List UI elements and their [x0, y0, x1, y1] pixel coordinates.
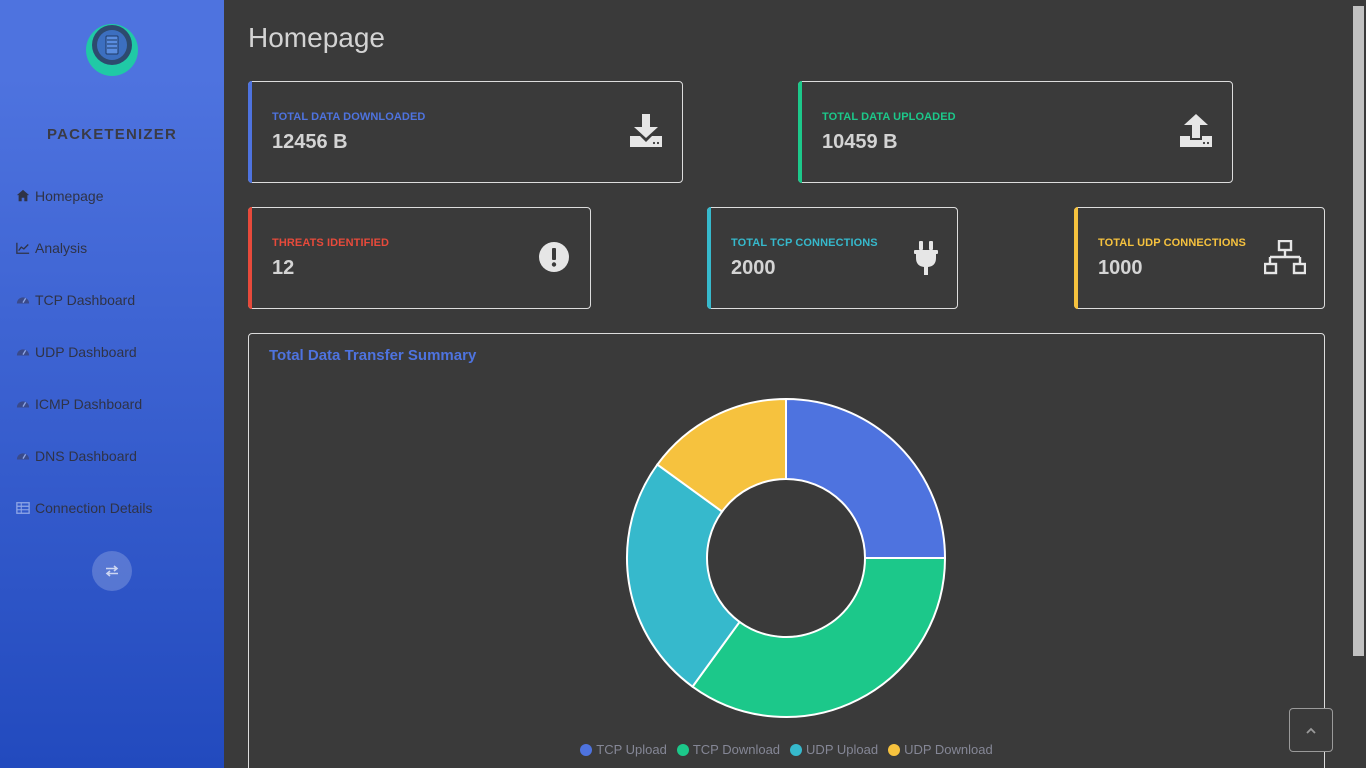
card-value: 12456 B — [272, 131, 348, 153]
exclamation-circle-icon — [539, 242, 569, 272]
chart-line-icon — [16, 242, 30, 254]
legend-item-tcp-upload[interactable]: TCP Upload — [580, 742, 667, 757]
card-total-tcp-connections: TOTAL TCP CONNECTIONS 2000 — [707, 207, 958, 309]
download-icon — [630, 114, 662, 147]
page-title: Homepage — [248, 22, 385, 53]
legend-dot — [790, 743, 803, 756]
gauge-icon — [16, 349, 30, 356]
card-value: 10459 B — [822, 131, 898, 153]
card-value: 1000 — [1098, 257, 1143, 279]
table-icon — [16, 502, 30, 514]
scrollbar[interactable] — [1351, 0, 1366, 768]
legend-label: TCP Download — [692, 742, 781, 757]
card-label: TOTAL UDP CONNECTIONS — [1098, 237, 1246, 249]
legend-dot — [676, 743, 689, 756]
gauge-icon — [16, 297, 30, 304]
sidebar-item-label: Connection Details — [35, 500, 153, 516]
legend-label: UDP Upload — [806, 742, 879, 757]
sidebar-item-analysis[interactable]: Analysis — [16, 236, 87, 260]
donut-slice-tcp-download[interactable] — [691, 557, 947, 718]
sidebar-item-connection-details[interactable]: Connection Details — [16, 496, 153, 520]
scroll-to-top-button[interactable] — [1289, 708, 1333, 752]
legend-dot — [888, 743, 901, 756]
sidebar-item-label: TCP Dashboard — [35, 292, 136, 308]
card-total-udp-connections: TOTAL UDP CONNECTIONS 1000 — [1074, 207, 1325, 309]
legend-item-udp-download[interactable]: UDP Download — [888, 742, 993, 757]
donut-chart — [626, 397, 947, 718]
plug-icon — [914, 241, 938, 275]
card-label: THREATS IDENTIFIED — [272, 237, 390, 249]
chevron-up-icon — [1306, 727, 1316, 734]
legend-label: TCP Upload — [596, 742, 667, 757]
card-accent — [798, 81, 802, 183]
legend-item-udp-upload[interactable]: UDP Upload — [790, 742, 878, 757]
sidebar-item-label: UDP Dashboard — [35, 344, 137, 360]
upload-icon — [1180, 114, 1212, 147]
sidebar: PACKETENIZER Homepage Analysis TCP Dashb… — [0, 0, 224, 768]
card-label: TOTAL DATA DOWNLOADED — [272, 111, 426, 123]
sidebar-item-dns-dashboard[interactable]: DNS Dashboard — [16, 444, 137, 468]
sidebar-item-label: ICMP Dashboard — [35, 396, 143, 412]
gauge-icon — [16, 401, 30, 408]
sidebar-item-label: Homepage — [35, 188, 104, 204]
brand-name[interactable]: PACKETENIZER — [0, 126, 224, 143]
sidebar-item-homepage[interactable]: Homepage — [16, 184, 104, 208]
chart-card-data-transfer-summary: Total Data Transfer Summary TCP Upload TC… — [248, 333, 1325, 768]
sidebar-item-tcp-dashboard[interactable]: TCP Dashboard — [16, 288, 135, 312]
swap-arrows-icon — [105, 565, 119, 577]
scrollbar-thumb[interactable] — [1353, 6, 1364, 656]
logo — [86, 24, 138, 76]
card-accent — [248, 207, 252, 309]
card-value: 12 — [272, 257, 295, 279]
card-accent — [1074, 207, 1078, 309]
card-label: TOTAL DATA UPLOADED — [822, 111, 956, 123]
sidebar-item-icmp-dashboard[interactable]: ICMP Dashboard — [16, 392, 142, 416]
legend-dot — [580, 743, 593, 756]
legend-label: UDP Download — [904, 742, 993, 757]
sidebar-toggle-button[interactable] — [92, 551, 132, 591]
card-total-uploaded: TOTAL DATA UPLOADED 10459 B — [798, 81, 1233, 183]
sidebar-item-label: Analysis — [35, 240, 88, 256]
legend-item-tcp-download[interactable]: TCP Download — [676, 742, 781, 757]
home-icon — [16, 189, 30, 202]
chart-legend: TCP Upload TCP Download UDP Upload UDP Down… — [249, 742, 1324, 757]
sidebar-item-udp-dashboard[interactable]: UDP Dashboard — [16, 340, 137, 364]
network-icon — [1264, 240, 1306, 275]
card-threats-identified: THREATS IDENTIFIED 12 — [248, 207, 591, 309]
card-accent — [707, 207, 711, 309]
card-label: TOTAL TCP CONNECTIONS — [731, 237, 878, 249]
sidebar-item-label: DNS Dashboard — [35, 448, 137, 464]
card-accent — [248, 81, 252, 183]
card-value: 2000 — [731, 257, 776, 279]
gauge-icon — [16, 453, 30, 460]
donut-slice-tcp-upload[interactable] — [785, 397, 947, 559]
card-total-downloaded: TOTAL DATA DOWNLOADED 12456 B — [248, 81, 683, 183]
